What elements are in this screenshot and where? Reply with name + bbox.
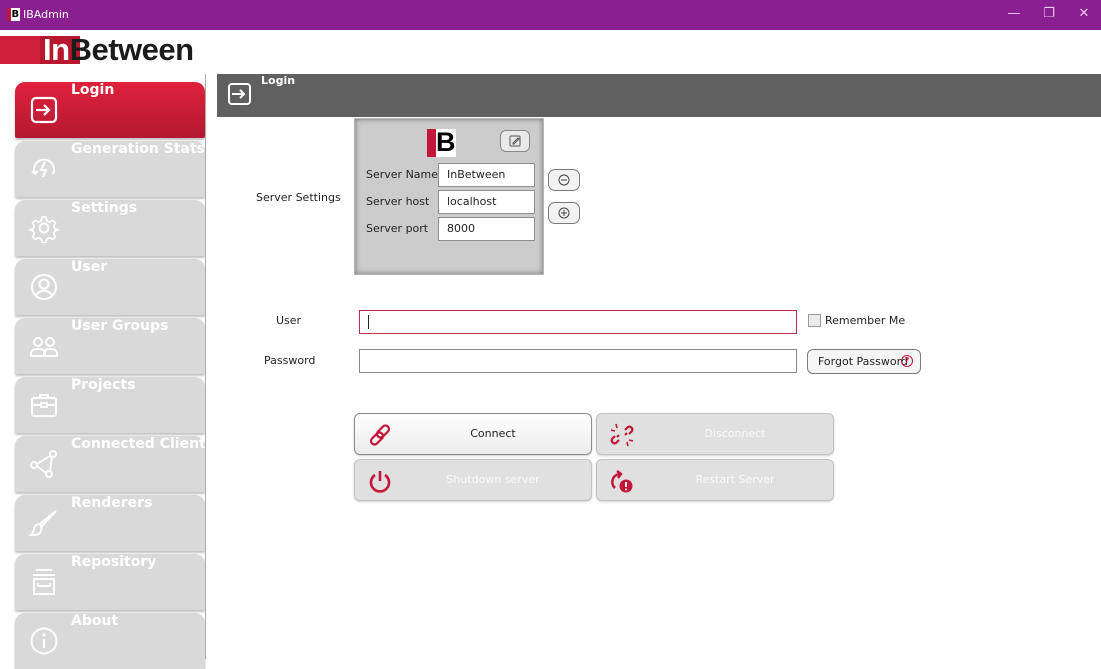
sidebar-item-label: Login (71, 82, 115, 98)
restart-warning-icon (609, 468, 635, 494)
sidebar-item-label: Generation Stats (71, 141, 205, 157)
connect-button[interactable]: Connect (354, 413, 592, 455)
briefcase-icon (29, 390, 59, 420)
sidebar-item-label: User Groups (71, 318, 169, 334)
server-host-label: Server host (366, 195, 430, 208)
server-name-label: Server Name (366, 168, 439, 181)
question-icon: ? (901, 355, 913, 367)
disconnect-label: Disconnect (704, 427, 766, 440)
sidebar-item-repository[interactable]: Repository (15, 554, 205, 610)
window-titlebar: IB IBAdmin — ❐ ✕ (0, 0, 1101, 30)
server-settings-label: Server Settings (256, 191, 341, 204)
brush-icon (29, 508, 59, 538)
restart-label: Restart Server (695, 473, 775, 486)
sidebar-item-label: Projects (71, 377, 136, 393)
sidebar-item-user[interactable]: User (15, 259, 205, 315)
close-button[interactable]: ✕ (1074, 6, 1094, 24)
remember-me-label[interactable]: Remember Me (825, 314, 905, 327)
page-header: Login (217, 74, 1101, 117)
gear-icon (29, 213, 59, 243)
sidebar-item-label: Connected Clients (71, 436, 215, 452)
logo-red-bar (0, 36, 40, 64)
sidebar-item-login[interactable]: Login (15, 82, 205, 138)
user-groups-icon (29, 331, 59, 361)
sidebar-divider (205, 74, 206, 659)
link-icon (367, 422, 393, 448)
server-name-row: Server Name InBetween (363, 163, 535, 187)
logo-wordmark: InBetween (43, 32, 194, 68)
connect-label: Connect (470, 427, 516, 440)
sidebar-item-connected-clients[interactable]: Connected Clients (15, 436, 214, 492)
server-port-field[interactable]: 8000 (438, 217, 535, 241)
remove-server-button[interactable] (548, 169, 580, 191)
server-name-field[interactable]: InBetween (438, 163, 535, 187)
edit-server-button[interactable] (500, 130, 530, 152)
server-host-field[interactable]: localhost (438, 190, 535, 214)
window-title: IBAdmin (23, 8, 69, 21)
login-icon (29, 95, 59, 125)
sidebar-item-about[interactable]: About (15, 613, 205, 669)
minimize-button[interactable]: — (1004, 6, 1024, 24)
shutdown-server-button[interactable]: Shutdown server (354, 459, 592, 501)
sidebar-item-user-groups[interactable]: User Groups (15, 318, 205, 374)
restart-server-button[interactable]: Restart Server (596, 459, 834, 501)
password-label: Password (264, 354, 316, 367)
sidebar-item-label: Settings (71, 200, 138, 216)
remember-me-checkbox[interactable] (808, 314, 821, 327)
app-icon: IB (7, 8, 20, 21)
ib-logo: B (427, 127, 457, 157)
disconnect-button[interactable]: Disconnect (596, 413, 834, 455)
sidebar-item-settings[interactable]: Settings (15, 200, 205, 256)
forgot-password-label: Forgot Password (818, 355, 908, 368)
server-port-row: Server port 8000 (363, 217, 535, 241)
sidebar-item-label: Renderers (71, 495, 153, 511)
ib-logo-text: B (436, 127, 456, 157)
maximize-button[interactable]: ❐ (1039, 6, 1059, 24)
sidebar-item-projects[interactable]: Projects (15, 377, 205, 433)
server-host-row: Server host localhost (363, 190, 535, 214)
add-server-button[interactable] (548, 202, 580, 224)
page-title: Login (261, 74, 296, 87)
user-icon (29, 272, 59, 302)
archive-icon (29, 567, 59, 597)
server-settings-card: B Server Name InBetween Server host loca… (354, 118, 544, 275)
logo-in: In (43, 32, 70, 67)
user-label: User (276, 314, 302, 327)
sidebar-item-label: User (71, 259, 108, 275)
broken-link-icon (609, 422, 635, 448)
power-icon (367, 468, 393, 494)
shutdown-label: Shutdown server (446, 473, 540, 486)
user-input[interactable] (359, 310, 797, 334)
generation-stats-icon (29, 154, 59, 184)
sidebar-nav: Login Generation Stats Settings User Use… (0, 74, 214, 669)
sidebar-item-renderers[interactable]: Renderers (15, 495, 205, 551)
inbetween-logo: InBetween (0, 32, 210, 68)
login-icon (227, 82, 253, 106)
text-caret (368, 315, 369, 329)
connected-clients-icon (29, 449, 59, 479)
info-icon (29, 626, 59, 656)
sidebar-item-label: Repository (71, 554, 157, 570)
forgot-password-button[interactable]: Forgot Password ? (807, 349, 921, 374)
sidebar-item-label: About (71, 613, 119, 629)
server-port-label: Server port (366, 222, 429, 235)
sidebar-item-generation-stats[interactable]: Generation Stats (15, 141, 205, 197)
logo-between: Between (69, 32, 194, 67)
password-input[interactable] (359, 349, 797, 373)
